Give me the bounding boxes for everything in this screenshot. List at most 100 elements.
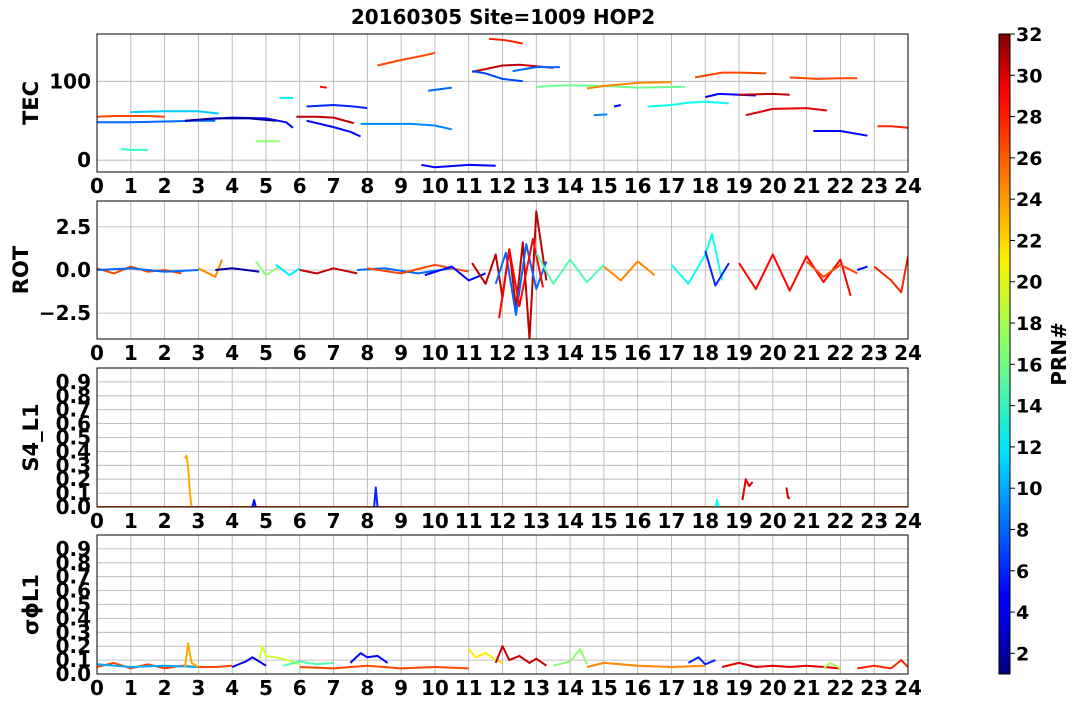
x-tick-label: 7 [327, 174, 341, 198]
series-line-prn-27 [857, 659, 908, 670]
x-tick-label: 13 [522, 341, 550, 365]
series-line-prn-26 [377, 51, 436, 67]
series-line-prn-23 [183, 642, 199, 668]
x-tick-label: 0 [90, 509, 104, 533]
x-tick-label: 18 [691, 341, 719, 365]
series-line-prn-5 [421, 163, 496, 169]
x-tick-label: 4 [225, 676, 239, 700]
x-tick-label: 15 [590, 509, 618, 533]
x-tick-label: 13 [522, 509, 550, 533]
x-tick-label: 3 [191, 174, 205, 198]
y-axis-label: ROT [9, 245, 33, 294]
y-tick-label: 100 [49, 69, 91, 93]
x-tick-label: 4 [225, 341, 239, 365]
colorbar-tick-label: 8 [1016, 519, 1029, 541]
series-line-prn-2 [184, 117, 277, 122]
x-tick-label: 8 [360, 676, 374, 700]
x-tick-label: 22 [826, 174, 854, 198]
colorbar-tick-label: 22 [1016, 230, 1042, 252]
series-line-prn-7 [471, 70, 523, 83]
panel-TEC: 0 1 2 3 4 5 6 7 8 9 10 11 12 13 14 15 16 17 18 19 20 21 22 23 24… [19, 33, 922, 198]
series-line-prn-27 [873, 256, 908, 294]
series-line-prn-28 [738, 253, 852, 297]
series-line-prn-27 [877, 125, 908, 129]
x-tick-label: 11 [455, 174, 483, 198]
x-tick-label: 0 [90, 676, 104, 700]
x-tick-label: 1 [124, 509, 138, 533]
x-tick-label: 9 [394, 509, 408, 533]
y-axis-label: S4_L1 [19, 403, 43, 471]
series-line-prn-26 [694, 71, 767, 79]
colorbar-tick-label: 32 [1016, 24, 1042, 46]
colorbar-tick-label: 24 [1016, 189, 1042, 211]
colorbar-tick-label: 10 [1016, 478, 1042, 500]
x-tick-label: 22 [826, 676, 854, 700]
x-tick-label: 20 [759, 676, 787, 700]
x-tick-label: 20 [759, 509, 787, 533]
x-tick-label: 12 [489, 676, 517, 700]
x-tick-label: 8 [360, 174, 374, 198]
x-tick-label: 16 [624, 341, 652, 365]
series-line-prn-5 [856, 265, 868, 271]
x-tick-label: 21 [793, 174, 821, 198]
x-tick-label: 3 [191, 676, 205, 700]
panels: 0 1 2 3 4 5 6 7 8 9 10 11 12 13 14 15 16 17 18 19 20 21 22 23 24… [9, 33, 922, 700]
x-tick-label: 3 [191, 341, 205, 365]
series-line-prn-5 [349, 652, 389, 664]
grid [96, 535, 909, 675]
y-axis-label: σϕL1 [19, 574, 43, 635]
x-tick-label: 2 [158, 174, 172, 198]
colorbar-tick-label: 28 [1016, 107, 1042, 129]
series-line-prn-19 [258, 645, 301, 666]
x-tick-label: 14 [556, 509, 584, 533]
x-tick-label: 22 [826, 341, 854, 365]
x-tick-label: 7 [327, 341, 341, 365]
grid [96, 368, 909, 508]
series-line-prn-9 [360, 122, 453, 131]
x-tick-label: 24 [894, 341, 922, 365]
colorbar-tick-label: 18 [1016, 313, 1042, 335]
colorbar-tick-label: 2 [1016, 643, 1029, 665]
series-line-prn-8 [97, 119, 216, 124]
series-line-prn-30 [296, 115, 355, 125]
x-tick-label: 19 [725, 341, 753, 365]
series-line-prn-23 [184, 454, 193, 507]
series-line-prn-30 [738, 92, 790, 96]
x-tick-label: 13 [522, 676, 550, 700]
x-tick-label: 20 [759, 341, 787, 365]
y-axis-label: TEC [19, 81, 43, 125]
series-line-prn-5 [251, 499, 257, 507]
x-tick-label: 2 [158, 676, 172, 700]
x-tick-label: 8 [360, 341, 374, 365]
x-tick-label: 12 [489, 174, 517, 198]
series-line-prn-14 [120, 148, 148, 151]
colorbar-tick-label: 4 [1016, 602, 1029, 624]
x-tick-label: 14 [556, 341, 584, 365]
series-line-prn-27 [488, 37, 523, 45]
x-tick-label: 10 [421, 676, 449, 700]
x-tick-label: 6 [293, 509, 307, 533]
x-tick-label: 10 [421, 509, 449, 533]
x-tick-label: 23 [860, 174, 888, 198]
colorbar-tick-label: 26 [1016, 148, 1042, 170]
x-tick-label: 7 [327, 676, 341, 700]
x-tick-label: 0 [90, 341, 104, 365]
y-tick-label: 0.0 [56, 258, 91, 282]
x-tick-label: 17 [658, 174, 686, 198]
x-tick-label: 5 [259, 341, 273, 365]
panel-sigma_phi_L1: 0 1 2 3 4 5 6 7 8 9 10 11 12 13 14 15 16 17 18 19 20 21 22 23 24… [19, 534, 922, 700]
x-tick-label: 19 [725, 174, 753, 198]
x-tick-label: 11 [455, 341, 483, 365]
panel-ROT: 0 1 2 3 4 5 6 7 8 9 10 11 12 13 14 15 16 17 18 19 20 21 22 23 24… [9, 200, 922, 365]
series-line-prn-6 [687, 656, 716, 666]
x-tick-label: 0 [90, 174, 104, 198]
x-tick-label: 12 [489, 509, 517, 533]
x-tick-label: 6 [293, 676, 307, 700]
series-line-prn-24 [197, 259, 223, 278]
series-line-prn-13 [647, 100, 729, 108]
x-tick-label: 18 [691, 676, 719, 700]
series-line-prn-26 [299, 664, 469, 670]
x-tick-label: 5 [259, 676, 273, 700]
series-line-prn-17 [254, 260, 281, 277]
x-tick-label: 14 [556, 174, 584, 198]
